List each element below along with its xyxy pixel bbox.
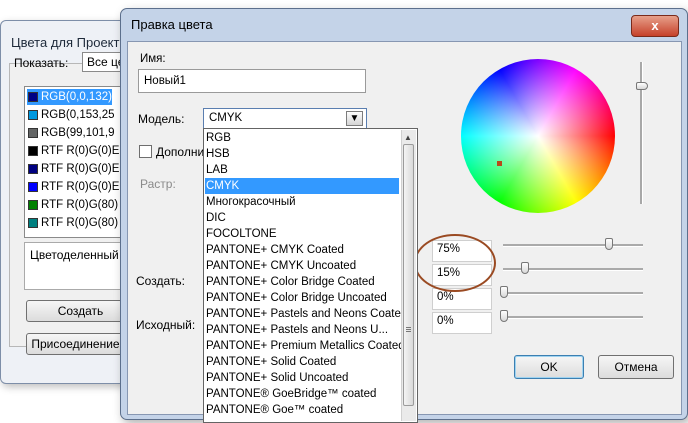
name-label: Имя: <box>140 53 166 65</box>
highlight-ring <box>414 234 496 292</box>
grip-icon <box>406 327 411 328</box>
color-list-item[interactable]: RTF R(0)G(0)E <box>27 143 119 159</box>
color-list-item[interactable]: RGB(99,101,9 <box>27 125 115 141</box>
color-swatch <box>28 110 38 120</box>
color-list-item-label: RGB(0,153,25 <box>41 109 115 121</box>
model-option[interactable]: PANTONE+ Solid Coated <box>205 354 399 370</box>
color-swatch <box>28 200 38 210</box>
color-swatch <box>28 128 38 138</box>
black-value[interactable]: 0% <box>432 312 492 334</box>
model-option[interactable]: LAB <box>205 162 399 178</box>
color-list-item-label: RGB(99,101,9 <box>41 127 115 139</box>
dropdown-scrollbar[interactable]: ▲ <box>401 130 416 421</box>
model-option[interactable]: DIC <box>205 210 399 226</box>
separation-label: Цветоделенный <box>30 248 119 262</box>
model-option[interactable]: CMYK <box>205 178 399 194</box>
chevron-down-icon[interactable]: ▼ <box>346 111 363 126</box>
yellow-slider-track[interactable] <box>503 292 643 295</box>
black-slider-thumb[interactable] <box>500 310 508 322</box>
black-slider-track[interactable] <box>503 316 643 319</box>
model-option[interactable]: PANTONE+ CMYK Coated <box>205 242 399 258</box>
attach-button[interactable]: Присоединение... <box>26 333 135 355</box>
color-list-item[interactable]: RTF R(0)G(0)E <box>27 161 119 177</box>
source-label: Исходный: <box>136 318 196 332</box>
yellow-slider-thumb[interactable] <box>500 286 508 298</box>
name-field[interactable]: Новый1 <box>138 69 366 93</box>
color-list-item[interactable]: RGB(0,0,132) <box>27 89 112 105</box>
model-option[interactable]: FOCOLTONE <box>205 226 399 242</box>
magenta-slider-thumb[interactable] <box>521 262 529 274</box>
color-wheel[interactable] <box>461 59 615 213</box>
model-option[interactable]: PANTONE+ CMYK Uncoated <box>205 258 399 274</box>
color-swatch <box>28 146 38 156</box>
scroll-up-icon[interactable]: ▲ <box>404 133 412 142</box>
wheel-picker-marker[interactable] <box>497 161 502 166</box>
model-option[interactable]: PANTONE+ Premium Metallics Coated <box>205 338 405 354</box>
show-label: Показать: <box>14 56 69 70</box>
model-dropdown-list[interactable]: RGB HSB LAB CMYK Многокрасочный DIC FOCO… <box>203 128 418 423</box>
cancel-button[interactable]: Отмена <box>598 355 674 379</box>
extra-options-checkbox[interactable] <box>139 145 152 158</box>
model-option[interactable]: HSB <box>205 146 399 162</box>
cyan-slider-track[interactable] <box>503 244 643 247</box>
model-option[interactable]: PANTONE® GoeBridge™ coated <box>205 386 399 402</box>
model-option[interactable]: Многокрасочный <box>205 194 399 210</box>
model-option[interactable]: PANTONE+ Solid Uncoated <box>205 370 399 386</box>
color-list-item[interactable]: RTF R(0)G(80) <box>27 197 118 213</box>
raster-label: Растр: <box>140 177 176 191</box>
color-swatch <box>28 92 38 102</box>
dialog-title: Правка цвета <box>131 17 213 32</box>
color-list-item-label: RTF R(0)G(0)E <box>41 181 120 193</box>
brightness-slider-thumb[interactable] <box>636 82 648 90</box>
model-option[interactable]: PANTONE+ Pastels and Neons Coated <box>205 306 407 322</box>
color-list-item-label: RTF R(0)G(80) <box>41 199 119 211</box>
model-select[interactable]: CMYK <box>203 108 367 129</box>
color-swatch <box>28 218 38 228</box>
cyan-slider-thumb[interactable] <box>605 238 613 250</box>
model-option[interactable]: PANTONE+ Color Bridge Coated <box>205 274 399 290</box>
color-list-item-label: RTF R(0)G(0)E <box>41 163 120 175</box>
color-swatch <box>28 164 38 174</box>
color-list-item-label: RGB(0,0,132) <box>41 91 112 103</box>
color-list-item[interactable]: RGB(0,153,25 <box>27 107 115 123</box>
color-list-item-label: RTF R(0)G(80) <box>41 217 119 229</box>
close-button[interactable]: x <box>631 15 679 37</box>
model-option[interactable]: PANTONE® Goe™ coated <box>205 402 399 418</box>
color-list-item-label: RTF R(0)G(0)E <box>41 145 120 157</box>
create-label: Создать: <box>136 274 185 288</box>
color-swatch <box>28 182 38 192</box>
dropdown-scrollbar-thumb[interactable] <box>403 144 414 406</box>
model-option[interactable]: PANTONE+ Pastels and Neons U... <box>205 322 399 338</box>
model-label: Модель: <box>138 112 185 126</box>
ok-button[interactable]: OK <box>514 355 584 379</box>
model-option[interactable]: PANTONE+ Color Bridge Uncoated <box>205 290 399 306</box>
color-list-item[interactable]: RTF R(0)G(0)E <box>27 179 119 195</box>
color-list-item[interactable]: RTF R(0)G(80) <box>27 215 118 231</box>
extra-options-label: Дополни <box>156 145 205 159</box>
model-option[interactable]: RGB <box>205 130 399 146</box>
create-button[interactable]: Создать <box>26 300 135 322</box>
project-colors-title: Цвета для Проект <box>11 35 120 50</box>
